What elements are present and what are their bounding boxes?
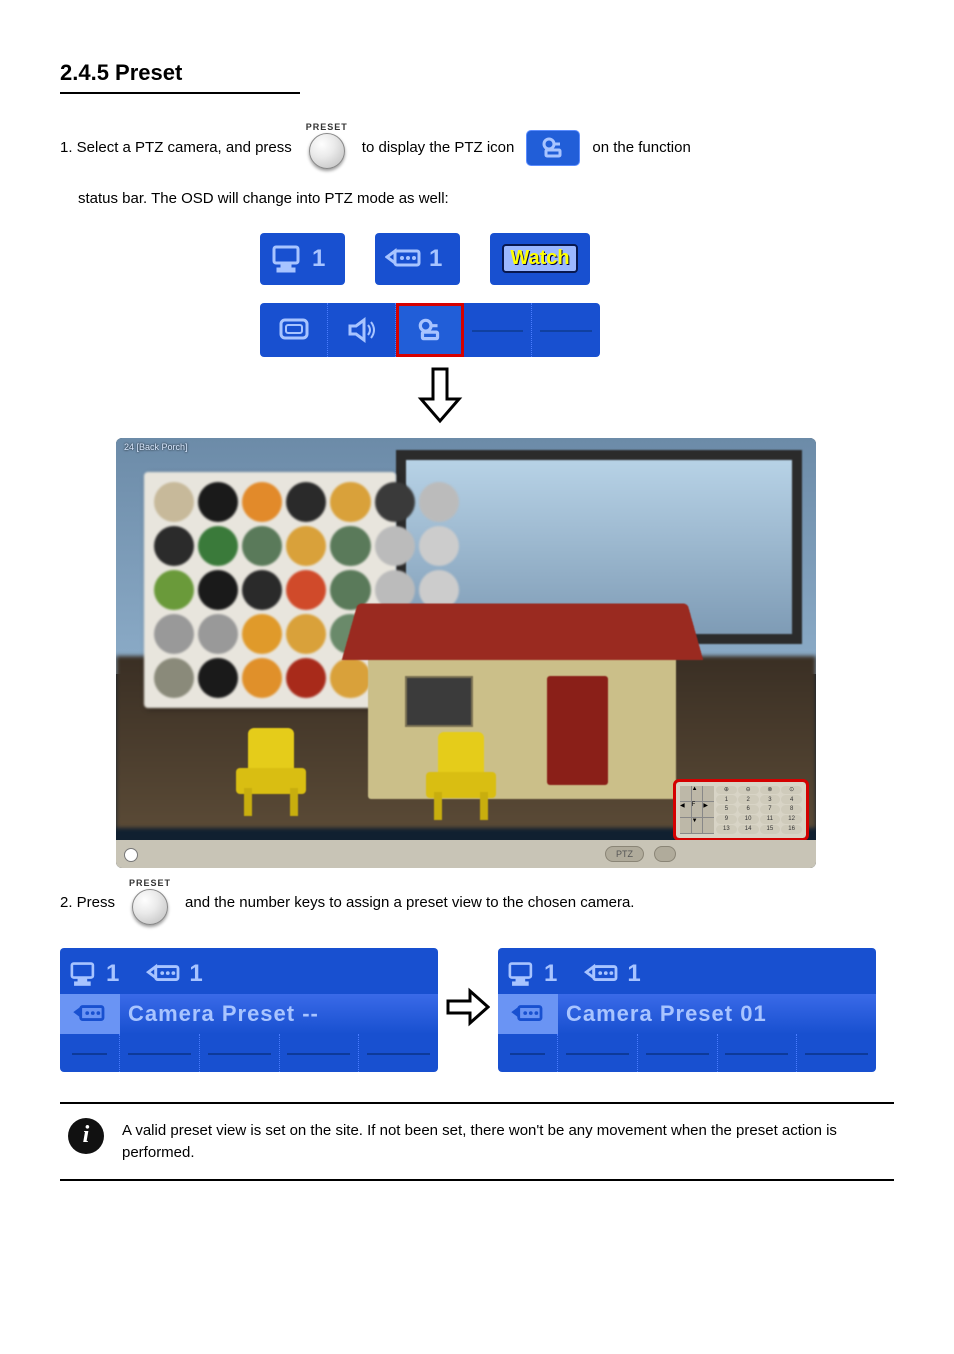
camera-indicator: 1 xyxy=(375,233,460,285)
preset-label-after: Camera Preset 01 xyxy=(558,1001,767,1027)
step1-text-line2: status bar. The OSD will change into PTZ… xyxy=(78,188,894,211)
preset-label-before: Camera Preset -- xyxy=(120,1001,319,1027)
step1-text-b: to display the PTZ icon xyxy=(362,137,515,160)
preset-button-label: PRESET xyxy=(306,122,348,132)
section-title: 2.4.5 Preset xyxy=(60,60,300,94)
step1-text-a: 1. Select a PTZ camera, and press xyxy=(60,137,292,160)
monitor-number: 1 xyxy=(544,960,557,988)
camera-number: 1 xyxy=(429,245,442,273)
round-button-icon xyxy=(132,889,168,925)
preview-ctrl-pill[interactable] xyxy=(654,846,676,862)
osd-toolbar xyxy=(260,303,600,357)
preset-button-label: PRESET xyxy=(129,878,171,888)
ptz-status-icon xyxy=(526,130,580,166)
osd-display-icon[interactable] xyxy=(260,303,328,357)
preset-camera-icon xyxy=(60,994,120,1034)
preview-ptz-osd[interactable]: ▲ ◀F▶ ▼ ⊕⊖⊗⊙ 1234 5678 9101112 13141516 xyxy=(676,782,806,838)
camera-number: 1 xyxy=(189,960,202,988)
step1-text-c: on the function xyxy=(592,137,690,160)
right-arrow-icon xyxy=(446,985,490,1034)
preset-strip-before: 1 1 Camera Preset -- xyxy=(60,948,438,1072)
remote-preset-button[interactable]: PRESET xyxy=(306,122,348,174)
monitor-number: 1 xyxy=(312,245,325,273)
round-button-icon xyxy=(309,133,345,169)
record-indicator-icon xyxy=(124,848,138,862)
osd-empty-slot xyxy=(532,303,600,357)
preview-camera-label: 24 [Back Porch] xyxy=(124,442,188,452)
osd-audio-icon[interactable] xyxy=(328,303,396,357)
watch-label: Watch xyxy=(502,244,577,273)
osd-ptz-icon[interactable] xyxy=(396,303,464,357)
remote-preset-button[interactable]: PRESET xyxy=(129,878,171,930)
preview-ptz-pill[interactable]: PTZ xyxy=(605,846,644,862)
monitor-number: 1 xyxy=(106,960,119,988)
osd-empty-slot xyxy=(464,303,532,357)
down-arrow-icon xyxy=(410,365,470,430)
info-note: i A valid preset view is set on the site… xyxy=(60,1102,894,1181)
camera-number: 1 xyxy=(627,960,640,988)
camera-preview: 24 [Back Porch] ▲ ◀F▶ ▼ ⊕⊖⊗⊙ 1234 5678 9… xyxy=(116,438,816,868)
preset-camera-icon xyxy=(498,994,558,1034)
info-note-text: A valid preset view is set on the site. … xyxy=(122,1118,894,1165)
watch-badge: Watch xyxy=(490,233,590,285)
step2-text-a: 2. Press xyxy=(60,892,115,915)
monitor-indicator: 1 xyxy=(260,233,345,285)
info-icon: i xyxy=(68,1118,104,1154)
step2-text-b: and the number keys to assign a preset v… xyxy=(185,892,634,915)
preset-strip-after: 1 1 Camera Preset 01 xyxy=(498,948,876,1072)
